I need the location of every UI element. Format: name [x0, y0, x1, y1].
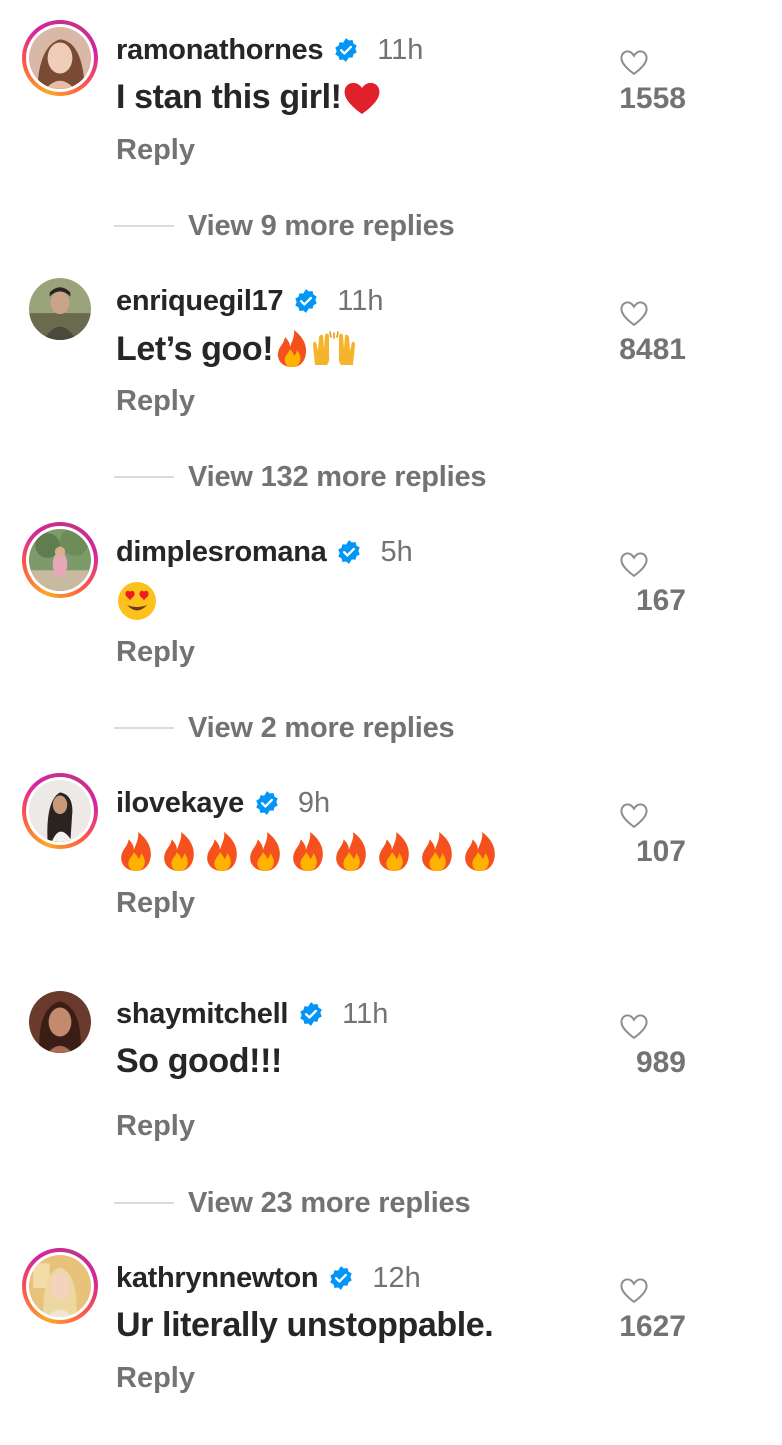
comment-text: Ur literally unstoppable. — [116, 1306, 494, 1345]
fire-emoji-icon — [245, 831, 285, 873]
comment-body: So good!!! — [116, 1042, 282, 1080]
view-replies-label: View 9 more replies — [188, 209, 455, 242]
comment-item: ilovekaye 9h Reply 107 — [0, 773, 782, 963]
like-count: 8481 — [619, 333, 686, 366]
comment-timestamp: 12h — [372, 1261, 421, 1294]
reply-button[interactable]: Reply — [116, 1110, 195, 1143]
like-count: 989 — [635, 1046, 686, 1079]
fire-emoji-icon — [417, 831, 457, 873]
comment-timestamp: 11h — [377, 33, 424, 66]
heart-outline-icon[interactable] — [619, 48, 649, 76]
view-more-replies[interactable]: View 132 more replies — [114, 457, 487, 497]
heart-outline-icon[interactable] — [619, 1276, 649, 1304]
like-count: 167 — [635, 584, 686, 617]
reply-button[interactable]: Reply — [116, 134, 195, 167]
comment-text — [116, 831, 503, 873]
heart-outline-icon[interactable] — [619, 801, 649, 829]
verified-badge-icon — [298, 1001, 324, 1027]
heart-outline-icon[interactable] — [619, 1012, 649, 1040]
username[interactable]: enriquegil17 — [116, 285, 284, 318]
like-column: 1627 — [566, 1276, 686, 1344]
like-count: 107 — [635, 835, 686, 868]
fire-emoji-icon — [202, 831, 242, 873]
comment-timestamp: 9h — [297, 786, 331, 819]
fire-emoji-icon — [460, 831, 500, 873]
comment-item: ramonathornes 11h I stan this girl! Repl… — [0, 20, 782, 210]
view-more-replies[interactable]: View 9 more replies — [114, 206, 455, 246]
view-replies-label: View 23 more replies — [188, 1186, 471, 1219]
comment-timestamp: 11h — [337, 284, 384, 317]
replies-divider — [114, 476, 174, 478]
comment-item: shaymitchell 11h So good!!! Reply 989 — [0, 984, 782, 1174]
like-column: 989 — [566, 1012, 686, 1080]
comment-text — [116, 580, 158, 622]
avatar-image — [29, 27, 91, 89]
fire-emoji-icon — [331, 831, 371, 873]
comment-body: Ur literally unstoppable. — [116, 1306, 494, 1344]
reply-button[interactable]: Reply — [116, 887, 195, 920]
comment-text: I stan this girl! — [116, 78, 382, 117]
fire-emoji-icon — [374, 831, 414, 873]
comment-text: Let’s goo! — [116, 329, 357, 369]
fire-emoji-icon — [159, 831, 199, 873]
reply-button[interactable]: Reply — [116, 1362, 195, 1395]
like-count: 1627 — [619, 1310, 686, 1343]
fire-emoji-icon — [273, 329, 311, 369]
view-replies-label: View 132 more replies — [188, 460, 487, 493]
fire-emoji-icon — [116, 831, 156, 873]
avatar[interactable] — [22, 984, 98, 1060]
comment-timestamp: 5h — [380, 535, 413, 568]
avatar-image — [29, 278, 91, 340]
verified-badge-icon — [293, 288, 319, 314]
verified-badge-icon — [336, 539, 362, 565]
avatar[interactable] — [22, 271, 98, 347]
view-more-replies[interactable]: View 2 more replies — [114, 708, 455, 748]
reply-button[interactable]: Reply — [116, 385, 195, 418]
replies-divider — [114, 727, 174, 729]
like-column: 8481 — [566, 299, 686, 367]
username[interactable]: ilovekaye — [116, 787, 244, 820]
username[interactable]: shaymitchell — [116, 998, 288, 1031]
avatar-image — [29, 529, 91, 591]
comment-item: dimplesromana 5h Reply 167 — [0, 522, 782, 712]
view-replies-label: View 2 more replies — [188, 711, 455, 744]
replies-divider — [114, 1202, 174, 1204]
comment-text: So good!!! — [116, 1042, 282, 1081]
avatar-image — [29, 780, 91, 842]
avatar[interactable] — [22, 773, 98, 849]
like-column: 167 — [566, 550, 686, 618]
comment-item: kathrynnewton 12h Ur literally unstoppab… — [0, 1248, 782, 1438]
avatar[interactable] — [22, 522, 98, 598]
avatar-image — [29, 991, 91, 1053]
username[interactable]: ramonathornes — [116, 34, 324, 67]
fire-emoji-icon — [288, 831, 328, 873]
username[interactable]: dimplesromana — [116, 536, 327, 569]
comment-item: enriquegil17 11h Let’s goo! Reply 8481 — [0, 271, 782, 461]
heart-outline-icon[interactable] — [619, 299, 649, 327]
red-heart-emoji-icon — [342, 80, 382, 116]
username[interactable]: kathrynnewton — [116, 1262, 319, 1295]
comment-timestamp: 11h — [342, 997, 389, 1030]
heart-outline-icon[interactable] — [619, 550, 649, 578]
raising-hands-emoji-icon — [311, 331, 357, 367]
verified-badge-icon — [254, 790, 280, 816]
verified-badge-icon — [333, 37, 359, 63]
comment-body: I stan this girl! — [116, 78, 342, 116]
view-more-replies[interactable]: View 23 more replies — [114, 1183, 471, 1223]
comment-body: Let’s goo! — [116, 329, 274, 368]
like-column: 1558 — [566, 48, 686, 116]
verified-badge-icon — [328, 1265, 354, 1291]
avatar-image — [29, 1255, 91, 1317]
avatar[interactable] — [22, 1248, 98, 1324]
heart-eyes-emoji-icon — [116, 580, 158, 622]
reply-button[interactable]: Reply — [116, 636, 195, 669]
replies-divider — [114, 225, 174, 227]
avatar[interactable] — [22, 20, 98, 96]
like-count: 1558 — [619, 82, 686, 115]
like-column: 107 — [566, 801, 686, 869]
